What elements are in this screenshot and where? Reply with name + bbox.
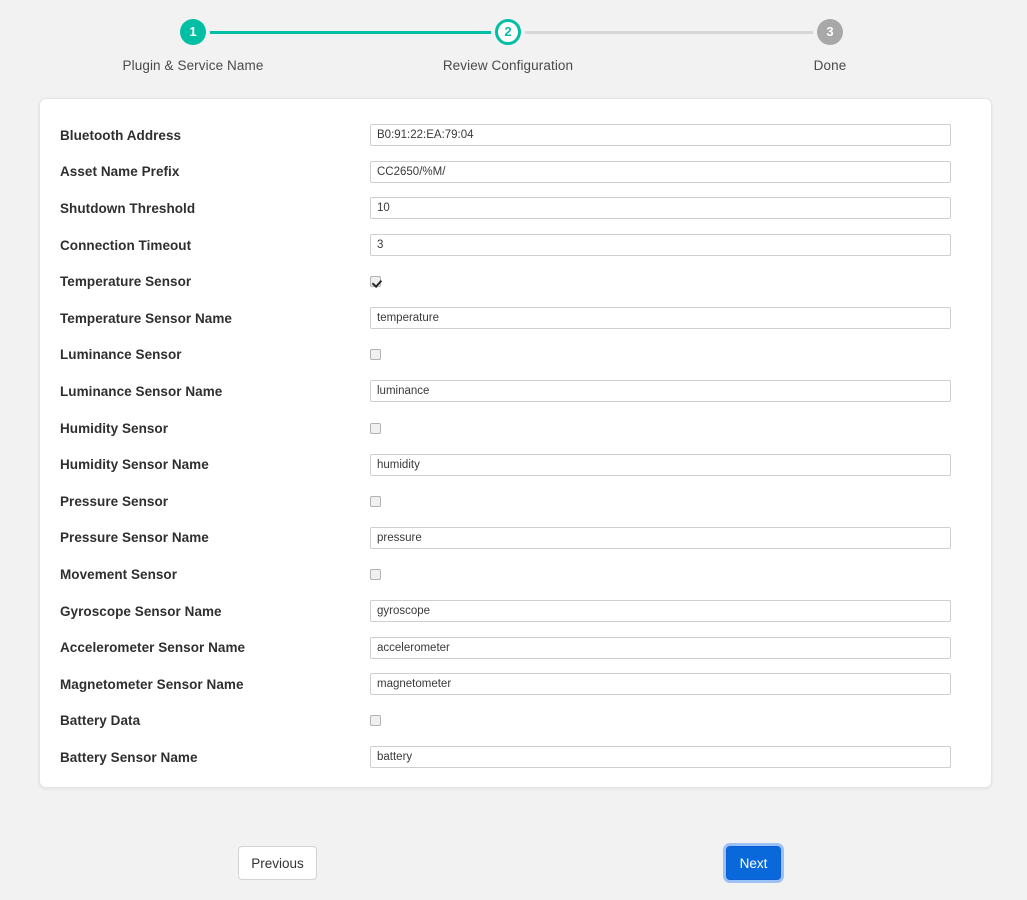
wizard-step-1[interactable]: 1 Plugin & Service Name — [93, 0, 293, 73]
label-temperature-sensor-name: Temperature Sensor Name — [60, 311, 370, 326]
checkbox-movement-sensor[interactable] — [370, 569, 381, 580]
form-row-battery-sensor-name: Battery Sensor Name — [40, 739, 993, 776]
form-row-battery-data: Battery Data — [40, 703, 993, 740]
form-row-humidity-sensor-name: Humidity Sensor Name — [40, 446, 993, 483]
step-3-label: Done — [730, 58, 930, 73]
field-wrapper-pressure-sensor — [370, 496, 973, 507]
form-row-luminance-sensor: Luminance Sensor — [40, 337, 993, 374]
previous-button[interactable]: Previous — [238, 846, 317, 880]
label-luminance-sensor-name: Luminance Sensor Name — [60, 384, 370, 399]
form-row-temperature-sensor: Temperature Sensor — [40, 263, 993, 300]
wizard-step-2[interactable]: 2 Review Configuration — [408, 0, 608, 73]
checkbox-humidity-sensor[interactable] — [370, 423, 381, 434]
label-accelerometer-sensor-name: Accelerometer Sensor Name — [60, 640, 370, 655]
form-row-humidity-sensor: Humidity Sensor — [40, 410, 993, 447]
label-pressure-sensor-name: Pressure Sensor Name — [60, 530, 370, 545]
label-pressure-sensor: Pressure Sensor — [60, 494, 370, 509]
label-shutdown-threshold: Shutdown Threshold — [60, 201, 370, 216]
field-wrapper-luminance-sensor — [370, 349, 973, 360]
step-1-circle[interactable]: 1 — [180, 19, 206, 45]
field-wrapper-battery-sensor-name — [370, 746, 973, 768]
input-pressure-sensor-name[interactable] — [370, 527, 951, 549]
step-2-label: Review Configuration — [408, 58, 608, 73]
label-temperature-sensor: Temperature Sensor — [60, 274, 370, 289]
configuration-card: Bluetooth Address Asset Name Prefix Shutdo… — [39, 98, 992, 788]
field-wrapper-gyroscope-sensor-name — [370, 600, 973, 622]
field-wrapper-magnetometer-sensor-name — [370, 673, 973, 695]
input-shutdown-threshold[interactable] — [370, 197, 951, 219]
form-row-connection-timeout: Connection Timeout — [40, 227, 993, 264]
form-row-bluetooth-address: Bluetooth Address — [40, 117, 993, 154]
label-luminance-sensor: Luminance Sensor — [60, 347, 370, 362]
form-row-shutdown-threshold: Shutdown Threshold — [40, 190, 993, 227]
input-gyroscope-sensor-name[interactable] — [370, 600, 951, 622]
field-wrapper-movement-sensor — [370, 569, 973, 580]
label-gyroscope-sensor-name: Gyroscope Sensor Name — [60, 604, 370, 619]
input-battery-sensor-name[interactable] — [370, 746, 951, 768]
field-wrapper-temperature-sensor-name — [370, 307, 973, 329]
checkbox-battery-data[interactable] — [370, 715, 381, 726]
input-magnetometer-sensor-name[interactable] — [370, 673, 951, 695]
form-row-accelerometer-sensor-name: Accelerometer Sensor Name — [40, 629, 993, 666]
checkbox-temperature-sensor[interactable] — [370, 276, 381, 287]
field-wrapper-luminance-sensor-name — [370, 380, 973, 402]
input-luminance-sensor-name[interactable] — [370, 380, 951, 402]
field-wrapper-asset-name-prefix — [370, 161, 973, 183]
field-wrapper-accelerometer-sensor-name — [370, 637, 973, 659]
field-wrapper-battery-data — [370, 715, 973, 726]
field-wrapper-pressure-sensor-name — [370, 527, 973, 549]
step-2-circle[interactable]: 2 — [495, 19, 521, 45]
label-magnetometer-sensor-name: Magnetometer Sensor Name — [60, 677, 370, 692]
input-bluetooth-address[interactable] — [370, 124, 951, 146]
input-connection-timeout[interactable] — [370, 234, 951, 256]
input-humidity-sensor-name[interactable] — [370, 454, 951, 476]
label-battery-sensor-name: Battery Sensor Name — [60, 750, 370, 765]
input-asset-name-prefix[interactable] — [370, 161, 951, 183]
field-wrapper-connection-timeout — [370, 234, 973, 256]
label-asset-name-prefix: Asset Name Prefix — [60, 164, 370, 179]
checkbox-luminance-sensor[interactable] — [370, 349, 381, 360]
form-row-temperature-sensor-name: Temperature Sensor Name — [40, 300, 993, 337]
wizard-footer: Previous Next — [0, 846, 1027, 886]
form-row-gyroscope-sensor-name: Gyroscope Sensor Name — [40, 593, 993, 630]
step-1-label: Plugin & Service Name — [93, 58, 293, 73]
wizard-stepper: 1 Plugin & Service Name 2 Review Configu… — [0, 0, 1027, 90]
configuration-form: Bluetooth Address Asset Name Prefix Shutdo… — [40, 99, 993, 776]
checkbox-pressure-sensor[interactable] — [370, 496, 381, 507]
form-row-pressure-sensor-name: Pressure Sensor Name — [40, 520, 993, 557]
field-wrapper-humidity-sensor — [370, 423, 973, 434]
next-button[interactable]: Next — [726, 846, 781, 880]
field-wrapper-temperature-sensor — [370, 276, 973, 287]
wizard-step-3[interactable]: 3 Done — [730, 0, 930, 73]
input-accelerometer-sensor-name[interactable] — [370, 637, 951, 659]
form-row-movement-sensor: Movement Sensor — [40, 556, 993, 593]
field-wrapper-shutdown-threshold — [370, 197, 973, 219]
form-row-magnetometer-sensor-name: Magnetometer Sensor Name — [40, 666, 993, 703]
label-humidity-sensor-name: Humidity Sensor Name — [60, 457, 370, 472]
label-battery-data: Battery Data — [60, 713, 370, 728]
label-connection-timeout: Connection Timeout — [60, 238, 370, 253]
label-bluetooth-address: Bluetooth Address — [60, 128, 370, 143]
field-wrapper-humidity-sensor-name — [370, 454, 973, 476]
label-humidity-sensor: Humidity Sensor — [60, 421, 370, 436]
label-movement-sensor: Movement Sensor — [60, 567, 370, 582]
form-row-luminance-sensor-name: Luminance Sensor Name — [40, 373, 993, 410]
form-row-pressure-sensor: Pressure Sensor — [40, 483, 993, 520]
field-wrapper-bluetooth-address — [370, 124, 973, 146]
input-temperature-sensor-name[interactable] — [370, 307, 951, 329]
step-3-circle[interactable]: 3 — [817, 19, 843, 45]
form-row-asset-name-prefix: Asset Name Prefix — [40, 154, 993, 191]
